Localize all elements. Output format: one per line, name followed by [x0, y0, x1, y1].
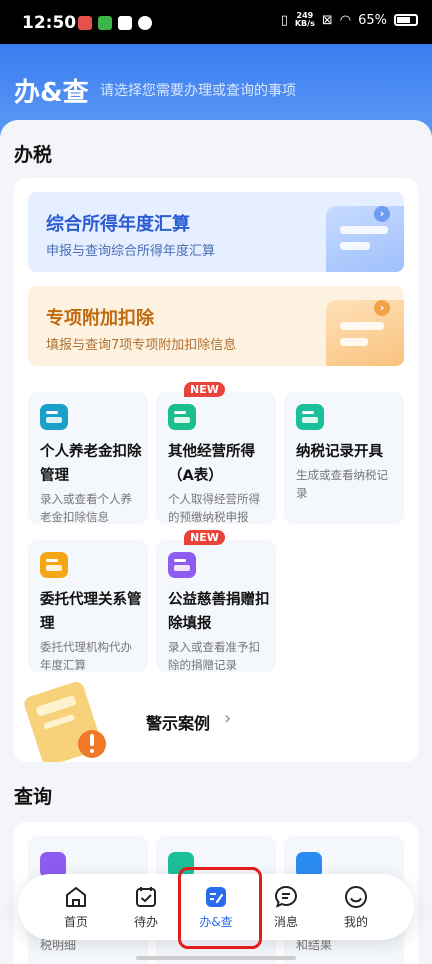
home-indicator[interactable] [136, 956, 296, 960]
clock: 12:50 [22, 13, 77, 33]
nav-profile[interactable]: 我的 [326, 882, 386, 932]
message-icon [274, 885, 298, 908]
card-desc: 录入或查看准予扣除的捐赠记录 [168, 640, 260, 672]
page-title: 办&查 [14, 78, 89, 108]
new-badge: NEW [184, 382, 225, 397]
banner-subtitle: 填报与查询7项专项附加扣除信息 [46, 338, 237, 353]
card-tax-record[interactable]: 纳税记录开具 生成或查看纳税记录 [284, 392, 404, 524]
status-bar: 12:50 ▯ 249 KB/s ⊠ ◠ 65% [0, 0, 432, 44]
nav-todo[interactable]: 待办 [116, 882, 176, 932]
banner-title: 专项附加扣除 [46, 308, 154, 329]
app-notification-icon [118, 16, 132, 30]
card-desc: 生成或查看纳税记录 [296, 468, 388, 500]
profile-icon [345, 886, 367, 908]
special-deduction-banner[interactable]: 专项附加扣除 填报与查询7项专项附加扣除信息 › [28, 286, 404, 366]
nfc-icon: ⊠ [321, 12, 333, 28]
card-title: 委托代理关系管理 [40, 592, 142, 632]
app-notification-icon [78, 16, 92, 30]
nav-label: 消息 [273, 915, 298, 929]
form-illustration-icon [326, 300, 404, 366]
chevron-right-icon: › [374, 300, 390, 316]
section-title-query: 查询 [14, 786, 53, 808]
card-charity-donation[interactable]: NEW 公益慈善捐赠扣除填报 录入或查看准予扣除的捐赠记录 [156, 530, 276, 672]
card-pension-deduction[interactable]: 个人养老金扣除管理 录入或查看个人养老金扣除信息 [28, 392, 148, 524]
page-subtitle: 请选择您需要办理或查询的事项 [100, 83, 296, 99]
todo-icon [136, 887, 156, 907]
warning-cases-row[interactable]: 警示案例 › [14, 678, 418, 762]
card-desc: 个人取得经营所得的预缴纳税申报 [168, 492, 260, 524]
business-income-icon [168, 404, 196, 430]
card-title: 其他经营所得（A表） [168, 444, 255, 484]
card-desc: 录入或查看个人养老金扣除信息 [40, 492, 132, 524]
nav-label: 首页 [63, 915, 88, 929]
nav-message[interactable]: 消息 [256, 882, 316, 932]
section-title-tax: 办税 [14, 144, 53, 166]
wifi-icon: ◠ [339, 12, 352, 28]
card-business-income[interactable]: NEW 其他经营所得（A表） 个人取得经营所得的预缴纳税申报 [156, 382, 276, 524]
calculator-illustration-icon [326, 206, 404, 272]
card-title: 个人养老金扣除管理 [40, 444, 142, 484]
clipboard-warning-icon [24, 681, 106, 762]
battery-percent: 65% [358, 12, 387, 28]
donation-icon [168, 552, 196, 578]
card-agent-relationship[interactable]: 委托代理关系管理 委托代理机构代办年度汇算 [28, 540, 148, 672]
new-badge: NEW [184, 530, 225, 545]
vibrate-icon: ▯ [280, 12, 288, 28]
annual-settlement-banner[interactable]: 综合所得年度汇算 申报与查询综合所得年度汇算 › [28, 192, 404, 272]
pension-icon [40, 404, 68, 430]
app-notification-icon [98, 16, 112, 30]
warning-cases-label: 警示案例 [146, 714, 211, 733]
banner-title: 综合所得年度汇算 [46, 214, 190, 235]
card-title: 纳税记录开具 [296, 444, 383, 460]
nav-label: 我的 [343, 915, 368, 929]
notification-icons [78, 16, 152, 30]
battery-icon [394, 14, 418, 26]
card-title: 公益慈善捐赠扣除填报 [168, 592, 270, 632]
nav-home[interactable]: 首页 [46, 882, 106, 932]
home-icon [66, 887, 86, 907]
card-desc: 委托代理机构代办年度汇算 [40, 640, 132, 672]
tax-record-icon [296, 404, 324, 430]
status-icons: ▯ 249 KB/s ⊠ ◠ 65% [281, 12, 418, 28]
tax-panel: 综合所得年度汇算 申报与查询综合所得年度汇算 › 专项附加扣除 填报与查询7项专… [14, 178, 418, 762]
nav-label: 待办 [133, 915, 158, 929]
app-notification-icon [138, 16, 152, 30]
banner-subtitle: 申报与查询综合所得年度汇算 [46, 244, 216, 259]
agent-icon [40, 552, 68, 578]
net-speed: 249 KB/s [294, 11, 315, 28]
chevron-right-icon: › [224, 708, 232, 729]
content-area: 办税 综合所得年度汇算 申报与查询综合所得年度汇算 › 专项附加扣除 填报与查询… [0, 120, 432, 964]
chevron-right-icon: › [374, 206, 390, 222]
annotation-highlight-box [178, 867, 262, 949]
